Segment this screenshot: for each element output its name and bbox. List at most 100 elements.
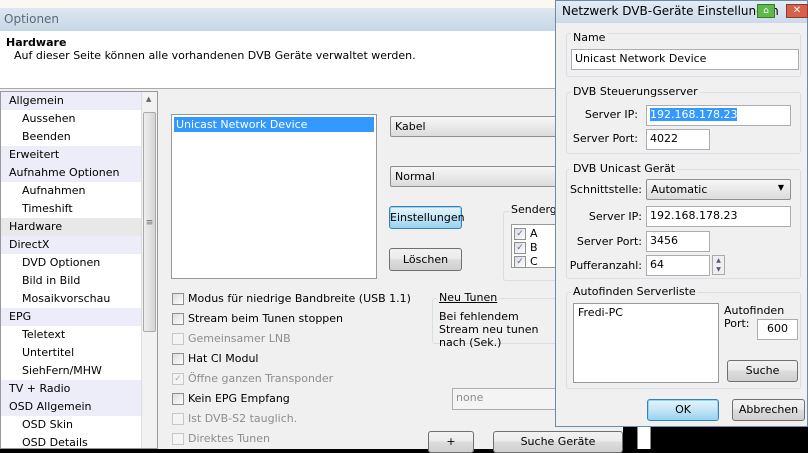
unicast-ip-input[interactable]: 192.168.178.23: [646, 206, 791, 227]
channel-group-label: A: [530, 227, 538, 240]
device-type-combo[interactable]: Kabel: [390, 116, 560, 137]
sidebar-item[interactable]: Hardware: [1, 218, 141, 236]
page-subtitle: Auf dieser Seite können alle vorhandenen…: [14, 49, 416, 62]
channel-group-label: C: [530, 255, 538, 268]
sidebar-item[interactable]: Allgemein: [1, 92, 141, 110]
sidebar-item[interactable]: TV + Radio: [1, 380, 141, 398]
buffer-input[interactable]: 64: [646, 255, 710, 276]
option-label: Stream beim Tunen stoppen: [188, 312, 344, 325]
option-label: Ist DVB-S2 tauglich.: [188, 412, 298, 425]
option-checkbox-row[interactable]: Stream beim Tunen stoppen: [172, 311, 343, 327]
option-checkbox-row[interactable]: Ist DVB-S2 tauglich.: [172, 411, 297, 427]
checkbox[interactable]: [172, 433, 184, 445]
device-list[interactable]: Unicast Network Device: [171, 114, 377, 279]
network-dvb-settings-dialog: Netzwerk DVB-Geräte Einstellungen ⌂ ✕ Na…: [555, 0, 808, 427]
control-ip-input[interactable]: 192.168.178.23: [646, 105, 791, 126]
option-checkbox-row[interactable]: Gemeinsamer LNB: [172, 331, 291, 347]
add-button[interactable]: +: [428, 431, 474, 453]
name-group-label: Name: [571, 31, 608, 44]
checkbox[interactable]: [172, 413, 184, 425]
checkbox[interactable]: [172, 333, 184, 345]
checkbox[interactable]: [172, 353, 184, 365]
sidebar-item[interactable]: Bild in Bild: [1, 272, 141, 290]
device-mode-combo[interactable]: Normal: [390, 166, 560, 187]
search-devices-button[interactable]: Suche Geräte: [493, 431, 623, 453]
sidebar-item[interactable]: Aufnahme Optionen: [1, 164, 141, 182]
background-window-fragment: [637, 427, 651, 449]
autofind-port-input[interactable]: 600: [757, 319, 798, 340]
device-list-item[interactable]: Unicast Network Device: [174, 117, 374, 132]
settings-button[interactable]: Einstellungen: [389, 206, 465, 229]
unicast-port-input[interactable]: 3456: [646, 231, 710, 252]
control-ip-label: Server IP:: [584, 108, 638, 121]
scroll-up-arrow-icon[interactable]: ▲: [146, 95, 151, 103]
sidebar-nav: Allgemein Aussehen Beenden Erweitert Aufnahm…: [0, 91, 158, 449]
option-label: Kein EPG Empfang: [188, 392, 290, 405]
retune-label-text: Neu Tunen: [439, 291, 498, 304]
window-title: Optionen: [0, 8, 560, 31]
sidebar-item[interactable]: Aussehen: [1, 110, 141, 128]
option-checkbox-row[interactable]: Direktes Tunen: [172, 431, 270, 447]
sidebar-item[interactable]: Aufnahmen: [1, 182, 141, 200]
sidebar-item[interactable]: Mosaikvorschau: [1, 290, 141, 308]
checkbox[interactable]: [172, 313, 184, 325]
server-list-item[interactable]: Fredi-PC: [578, 306, 714, 319]
control-ip-value: 192.168.178.23: [650, 108, 738, 121]
channel-group-item[interactable]: ✓ A: [514, 227, 558, 241]
option-checkbox-row[interactable]: ✓ Öffne ganzen Transponder: [172, 371, 333, 387]
keyboard-icon[interactable]: ⌂: [757, 4, 775, 18]
interface-combo[interactable]: Automatic ▼: [646, 179, 791, 200]
checkbox[interactable]: ✓: [172, 373, 184, 385]
sidebar-item[interactable]: OSD Details: [1, 434, 141, 452]
sidebar-item[interactable]: Beenden: [1, 128, 141, 146]
ok-button[interactable]: OK: [647, 399, 719, 421]
option-label: Gemeinsamer LNB: [188, 332, 291, 345]
epg-source-combo[interactable]: none: [452, 388, 562, 410]
chevron-down-icon: ▼: [777, 183, 784, 192]
option-checkbox-row[interactable]: Kein EPG Empfang: [172, 391, 290, 407]
sidebar-items: Allgemein Aussehen Beenden Erweitert Aufnahm…: [1, 92, 157, 452]
sidebar-item[interactable]: Timeshift: [1, 200, 141, 218]
close-icon[interactable]: ✕: [786, 4, 808, 18]
control-port-input[interactable]: 4022: [646, 129, 710, 150]
unicast-ip-label: Server IP:: [588, 210, 642, 223]
checkbox[interactable]: ✓: [514, 228, 526, 240]
option-label: Direktes Tunen: [188, 432, 270, 445]
scrollbar-thumb[interactable]: ≡: [143, 112, 156, 332]
checkbox[interactable]: ✓: [514, 242, 526, 254]
option-checkbox-row[interactable]: Modus für niedrige Bandbreite (USB 1.1): [172, 291, 411, 307]
name-input[interactable]: Unicast Network Device: [571, 49, 799, 70]
channel-group-item[interactable]: ✓ B: [514, 241, 558, 255]
sidebar-item[interactable]: SiehFern/MHW: [1, 362, 141, 380]
checkbox[interactable]: [172, 393, 184, 405]
option-checkbox-row[interactable]: Hat CI Modul: [172, 351, 258, 367]
server-list[interactable]: Fredi-PC: [573, 303, 719, 383]
sidebar-item[interactable]: Teletext: [1, 326, 141, 344]
checkbox[interactable]: ✓: [514, 256, 526, 268]
search-button[interactable]: Suche: [727, 360, 798, 382]
unicast-port-label: Server Port:: [576, 235, 642, 248]
page-header: Hardware Auf dieser Seite können alle vo…: [0, 31, 560, 89]
sidebar-item[interactable]: Untertitel: [1, 344, 141, 362]
unicast-device-label: DVB Unicast Gerät: [571, 162, 678, 175]
channel-group-item[interactable]: ✓ C: [514, 255, 558, 269]
retune-description: Bei fehlendem Stream neu tunen nach (Sek…: [439, 310, 539, 349]
channel-group-list: ✓ A ✓ B ✓ C: [511, 224, 561, 268]
delete-button[interactable]: Löschen: [389, 248, 462, 271]
interface-label: Schnittstelle:: [569, 183, 642, 196]
option-label: Hat CI Modul: [188, 352, 259, 365]
sidebar-item[interactable]: EPG: [1, 308, 141, 326]
autofind-group-label: Autofinden Serverliste: [571, 285, 698, 298]
interface-value: Automatic: [651, 183, 708, 196]
checkbox[interactable]: [172, 293, 184, 305]
option-label: Öffne ganzen Transponder: [188, 372, 334, 385]
buffer-label: Pufferanzahl:: [569, 259, 642, 272]
sidebar-item[interactable]: Erweitert: [1, 146, 141, 164]
sidebar-item[interactable]: DirectX: [1, 236, 141, 254]
control-port-label: Server Port:: [572, 132, 638, 145]
sidebar-item[interactable]: OSD Allgemein: [1, 398, 141, 416]
buffer-spinner[interactable]: ▲ ▼: [712, 255, 725, 275]
cancel-button[interactable]: Abbrechen: [732, 399, 805, 421]
sidebar-item[interactable]: DVD Optionen: [1, 254, 141, 272]
sidebar-item[interactable]: OSD Skin: [1, 416, 141, 434]
